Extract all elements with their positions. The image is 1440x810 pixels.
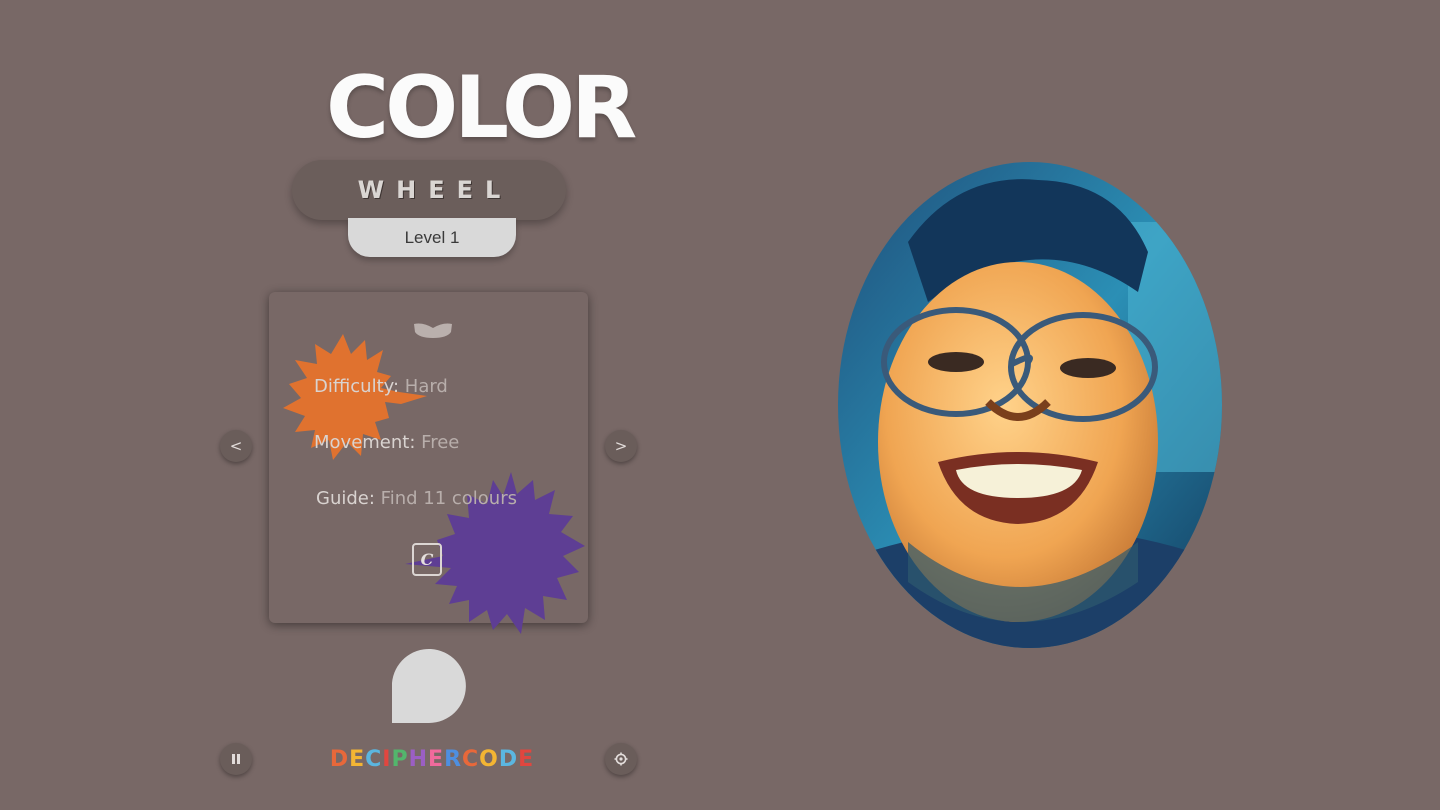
guide-label: Guide: xyxy=(316,488,375,509)
brand-letter: P xyxy=(391,746,409,772)
brand-letter: E xyxy=(518,746,535,772)
player-portrait xyxy=(838,162,1222,648)
brand-letter: I xyxy=(382,746,392,772)
level-card: Difficulty: Hard Movement: Free Guide: F… xyxy=(269,292,588,634)
level-badge: Level 1 xyxy=(348,218,516,257)
brand-letter: E xyxy=(349,746,366,772)
prev-level-button[interactable]: < xyxy=(220,430,252,462)
difficulty-label: Difficulty: xyxy=(314,376,400,397)
game-title: COLOR xyxy=(326,58,637,158)
settings-button[interactable] xyxy=(605,743,637,775)
difficulty-value: Hard xyxy=(404,376,448,397)
brand-letter: H xyxy=(408,746,429,772)
brand-letter: C xyxy=(462,746,480,772)
subtitle-banner: WHEEL xyxy=(292,160,566,220)
key-hint-letter: C xyxy=(420,550,434,569)
pause-button[interactable] xyxy=(220,743,252,775)
chevron-right-icon: > xyxy=(614,437,628,455)
next-level-button[interactable]: > xyxy=(605,430,637,462)
guide-value: Find 11 colours xyxy=(380,488,517,509)
brand-letter: O xyxy=(479,746,499,772)
brand-letter: C xyxy=(365,746,383,772)
guide-row: Guide: Find 11 colours xyxy=(316,488,517,509)
key-hint-badge: C xyxy=(412,543,442,576)
brand-letter: D xyxy=(329,746,350,772)
movement-row: Movement: Free xyxy=(314,432,459,453)
brand-letter: R xyxy=(444,746,463,772)
pause-icon xyxy=(232,754,240,764)
subtitle-text: WHEEL xyxy=(357,176,513,204)
gear-icon xyxy=(614,752,628,766)
movement-value: Free xyxy=(421,432,460,453)
decipher-code-logo: DECIPHER CODE xyxy=(330,744,533,774)
difficulty-row: Difficulty: Hard xyxy=(314,376,448,397)
brand-letter: D xyxy=(498,746,519,772)
mask-icon xyxy=(414,323,452,338)
chevron-left-icon: < xyxy=(229,437,243,455)
movement-label: Movement: xyxy=(314,432,416,453)
player-blob xyxy=(392,649,466,723)
brand-letter: E xyxy=(428,746,445,772)
